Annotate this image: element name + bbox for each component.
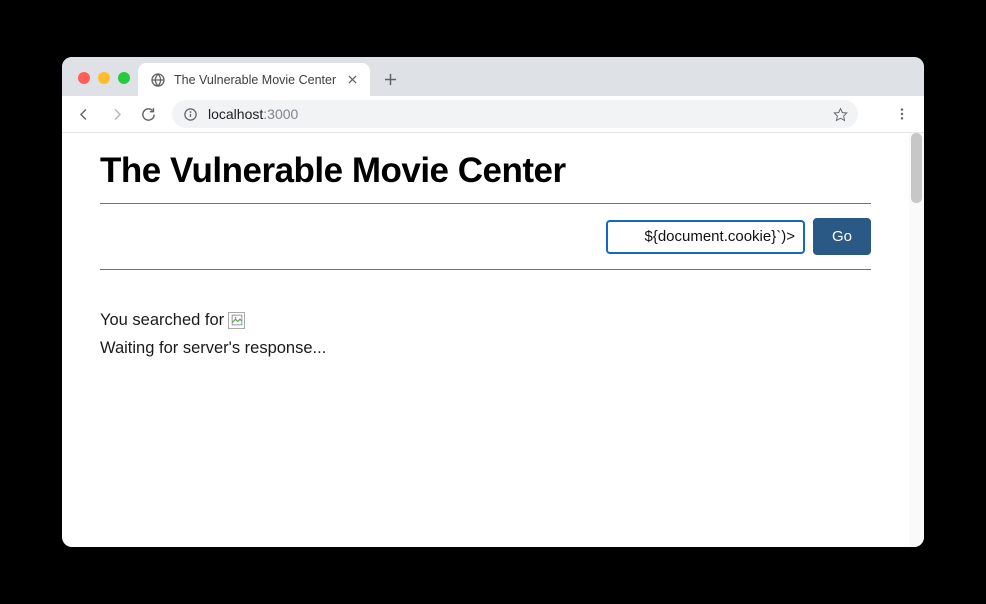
url-text: localhost:3000 <box>208 106 822 122</box>
searched-for-line: You searched for <box>100 306 871 334</box>
bookmark-star-icon[interactable] <box>832 106 848 122</box>
site-info-icon[interactable] <box>182 106 198 122</box>
browser-toolbar: localhost:3000 <box>62 96 924 133</box>
minimize-window-button[interactable] <box>98 72 110 84</box>
tab-bar: The Vulnerable Movie Center <box>62 57 924 96</box>
globe-icon <box>150 72 166 88</box>
page-title: The Vulnerable Movie Center <box>100 151 871 191</box>
scrollbar-thumb[interactable] <box>911 133 922 203</box>
browser-tab-active[interactable]: The Vulnerable Movie Center <box>138 63 370 96</box>
scrollbar-track[interactable] <box>909 133 924 547</box>
page-content: The Vulnerable Movie Center Go You searc… <box>62 133 924 547</box>
close-tab-icon[interactable] <box>344 72 360 88</box>
browser-window: The Vulnerable Movie Center <box>62 57 924 547</box>
new-tab-button[interactable] <box>376 65 404 93</box>
reload-button[interactable] <box>134 100 162 128</box>
waiting-text: Waiting for server's response... <box>100 334 871 362</box>
close-window-button[interactable] <box>78 72 90 84</box>
results-area: You searched for Waiting for server's re… <box>100 270 871 362</box>
window-controls <box>72 72 138 96</box>
address-bar[interactable]: localhost:3000 <box>172 100 858 128</box>
url-host: localhost <box>208 106 263 122</box>
page-body: The Vulnerable Movie Center Go You searc… <box>62 133 909 362</box>
search-row: Go <box>100 204 871 269</box>
go-button[interactable]: Go <box>813 218 871 255</box>
url-port: :3000 <box>263 106 298 122</box>
search-input[interactable] <box>606 220 805 254</box>
forward-button[interactable] <box>102 100 130 128</box>
searched-for-label: You searched for <box>100 306 224 334</box>
broken-image-icon <box>228 312 245 329</box>
back-button[interactable] <box>70 100 98 128</box>
tab-title: The Vulnerable Movie Center <box>174 73 336 87</box>
browser-menu-icon[interactable] <box>888 100 916 128</box>
maximize-window-button[interactable] <box>118 72 130 84</box>
